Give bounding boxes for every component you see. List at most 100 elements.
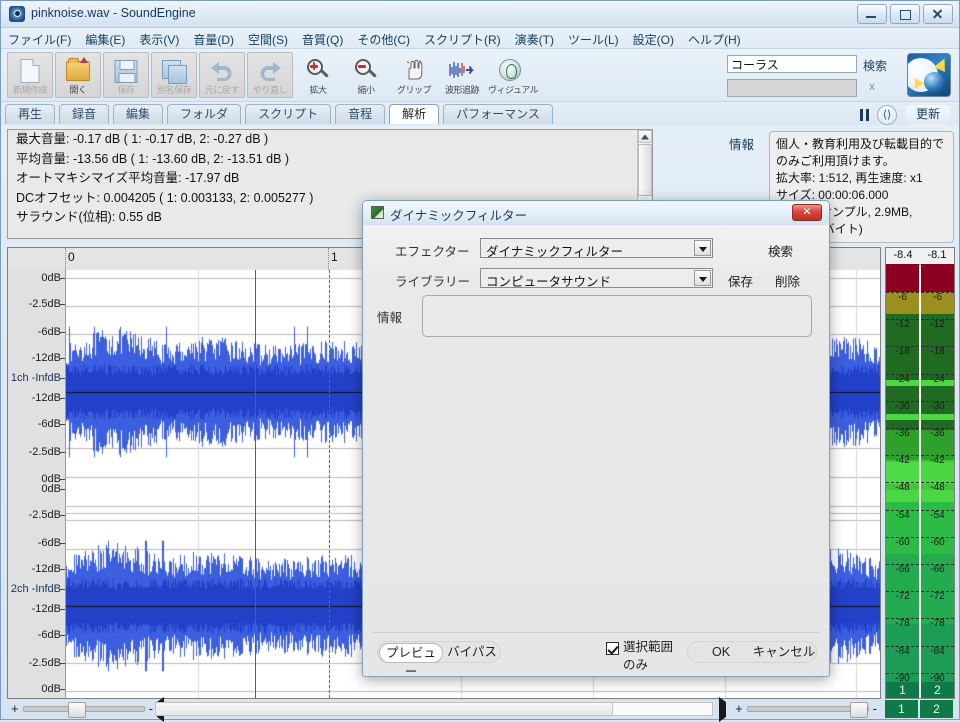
search-button[interactable]: 検索 [863,57,887,74]
ch2-scale-tick-3: -12dB [31,562,61,575]
scroll-up-button[interactable] [638,130,652,143]
menu-item-file[interactable]: ファイル(F) [1,28,78,50]
menu-item-play[interactable]: 演奏(T) [508,28,561,50]
menu-item-quality[interactable]: 音質(Q) [295,28,350,50]
hzoom-out-button[interactable]: - [149,701,153,716]
loop-icon[interactable]: ⟨⟩ [876,104,897,125]
chevron-down-icon-2[interactable] [694,270,711,286]
meter-scale--42: -42 [921,455,954,466]
meter-peak-band [921,414,954,420]
hscroll-thumb[interactable] [156,703,613,715]
toolbar: 新規作成 開く 保存 別名保存 元に戻す やり直し 拡大 縮小 グリップ 波形追… [1,49,959,102]
vzoom-in-button[interactable]: + [735,701,743,716]
meter-scale--30: -30 [921,400,954,412]
vzoom-out-button[interactable]: - [873,701,877,716]
menu-item-space[interactable]: 空間(S) [241,28,295,50]
dynamic-filter-dialog: ダイナミックフィルター ✕ エフェクター ダイナミックフィルター 検索 ライブラ… [362,200,830,677]
hzoom-slider[interactable] [22,701,145,718]
menu-item-setting[interactable]: 設定(O) [626,28,681,50]
menu-item-script[interactable]: スクリプト(R) [417,28,508,50]
bypass-button[interactable]: バイパス [444,643,500,663]
scroll-thumb[interactable] [638,144,652,196]
info-line-1: 個人・教育利用及び転載目的で [776,137,945,151]
new-file-icon [20,59,40,83]
visual-icon [499,59,521,81]
menu-item-other[interactable]: その他(C) [350,28,417,50]
meter-scale--54: -54 [921,509,954,521]
tab-pitch[interactable]: 音程 [335,104,386,124]
menu-item-volume[interactable]: 音量(D) [186,28,241,50]
filter-input[interactable] [727,79,857,97]
save-button[interactable]: 保存 [103,52,149,98]
tab-edit[interactable]: 編集 [113,104,164,124]
redo-button[interactable]: やり直し [247,52,293,98]
grip-button[interactable]: グリップ [391,52,437,98]
hzoom-in-button[interactable]: + [11,701,19,716]
ch2-scale-tick-8: 0dB [41,683,61,695]
tab-folder[interactable]: フォルダ [167,104,242,124]
effector-value: ダイナミックフィルター [486,245,624,259]
menu-item-tool[interactable]: ツール(L) [561,28,626,50]
meter-column-2: -6 -12 -18 -24 -30 -36 -42 -48 -54 -60 -66 -72 -78 -8… [921,264,954,682]
window-title: pinknoise.wav - SoundEngine [31,6,196,20]
step-right-button[interactable] [719,696,731,722]
zoom-in-label: 拡大 [309,85,327,95]
chevron-down-icon[interactable] [694,240,711,256]
meter-scale--24: -24 [886,373,919,385]
ch1-scale-tick-7: -2.5dB [28,446,61,459]
dialog-close-button[interactable]: ✕ [792,204,822,221]
cancel-button[interactable]: キャンセル [752,643,816,663]
effector-select[interactable]: ダイナミックフィルター [480,238,713,259]
ok-button[interactable]: OK [689,643,753,663]
library-save-button[interactable]: 保存 [722,269,759,292]
level-meters: -8.4 -8.1 -6 -12 -18 -24 -30 -36 -42 -48 -54 -60-… [885,247,955,699]
dialog-divider [373,632,819,633]
vzoom-slider[interactable] [746,701,869,718]
menu-item-edit[interactable]: 編集(E) [78,28,132,50]
library-delete-button[interactable]: 削除 [769,269,806,292]
open-folder-icon [66,57,90,81]
selection-only-checkbox[interactable] [606,642,619,655]
ruler-label-1: 1 [331,250,338,264]
minimize-button[interactable] [857,4,887,24]
waveform-trace-button[interactable]: 波形追跡 [439,52,485,98]
ch1-scale-tick-0: 0dB [41,272,61,284]
tab-script[interactable]: スクリプト [245,104,332,124]
save-as-button[interactable]: 別名保存 [151,52,197,98]
vzoom-controls: + - [719,696,877,722]
horizontal-scrollbar[interactable] [155,702,713,716]
meter-scale--48: -48 [886,482,919,493]
dialog-search-button[interactable]: 検索 [762,239,799,262]
search-input[interactable] [727,55,857,73]
playhead-cursor[interactable] [255,270,256,698]
pause-icon[interactable] [859,108,869,121]
menu-item-help[interactable]: ヘルプ(H) [681,28,748,50]
meter-scale--6: -6 [921,292,954,303]
undo-button[interactable]: 元に戻す [199,52,245,98]
new-file-button[interactable]: 新規作成 [7,52,53,98]
menu-item-view[interactable]: 表示(V) [132,28,186,50]
meter-scale--78: -78 [921,618,954,629]
maximize-button[interactable] [890,4,920,24]
visual-button[interactable]: ヴィジュアル [487,52,539,98]
update-button[interactable]: 更新 [904,104,951,125]
save-label: 保存 [117,85,135,95]
tab-performance[interactable]: パフォーマンス [443,104,553,124]
meter-peak-band [886,414,919,420]
clear-search-button[interactable]: x [869,79,875,93]
meter-scale--72: -72 [921,591,954,602]
tab-playback[interactable]: 再生 [5,104,56,124]
open-button[interactable]: 開く [55,52,101,98]
ch2-scale-tick-5: -12dB [31,602,61,615]
dialog-info-value [423,296,811,304]
zoom-in-button[interactable]: 拡大 [295,52,341,98]
preview-button[interactable]: プレビュー [379,643,443,676]
dialog-info-field[interactable] [422,295,812,337]
meter-channel-1: 1 [886,682,919,698]
selection-marker[interactable] [329,270,331,698]
library-select[interactable]: コンピュータサウンド [480,268,713,289]
close-button[interactable] [923,4,953,24]
zoom-out-button[interactable]: 縮小 [343,52,389,98]
tab-record[interactable]: 録音 [59,104,110,124]
tab-analysis[interactable]: 解析 [389,104,440,124]
